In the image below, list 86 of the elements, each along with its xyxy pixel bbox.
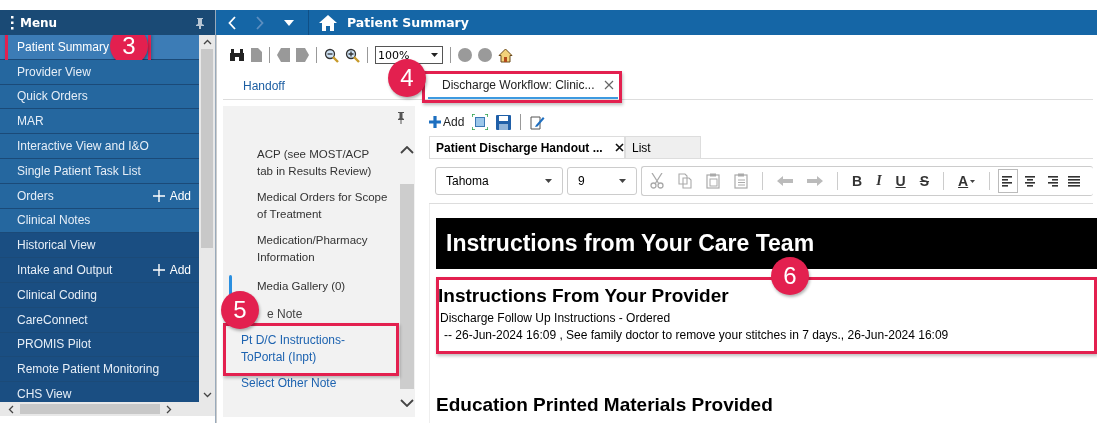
menu-item[interactable]: Single Patient Task List — [0, 159, 199, 184]
note-link[interactable]: Pt D/C Instructions-ToPortal (Inpt) — [241, 332, 353, 366]
dropdown-icon — [619, 179, 626, 183]
italic-button[interactable]: I — [876, 173, 882, 189]
callout-badge: 5 — [221, 291, 259, 329]
scroll-thumb[interactable] — [400, 184, 414, 389]
strikethrough-button[interactable]: S — [919, 173, 930, 189]
page-title: Patient Summary — [347, 15, 469, 30]
home-icon[interactable] — [319, 14, 337, 31]
page-forward-icon[interactable] — [296, 48, 309, 62]
align-right-icon — [1045, 175, 1060, 187]
plus-icon — [152, 264, 165, 277]
dropdown-icon — [545, 179, 552, 183]
page-icon[interactable] — [251, 48, 262, 62]
menu-item[interactable]: Orders Add — [0, 183, 199, 209]
section-heading: Instructions From Your Provider — [438, 285, 730, 307]
nav-link[interactable]: ACP (see MOST/ACP tab in Results Review) — [257, 146, 388, 180]
scroll-down-icon — [202, 392, 212, 398]
add-button[interactable]: Add — [429, 115, 465, 129]
add-label: Add — [169, 188, 191, 203]
plus-icon — [429, 116, 441, 128]
pin-icon[interactable] — [195, 16, 205, 29]
fit-screen-icon[interactable] — [472, 114, 489, 130]
tab[interactable]: Handoff — [223, 73, 383, 99]
bold-button[interactable]: B — [852, 173, 863, 189]
menu-item[interactable]: CHS View — [0, 382, 199, 402]
add-link[interactable]: Add — [152, 263, 191, 278]
menu-item[interactable]: MAR — [0, 109, 199, 135]
menu-item[interactable]: Remote Patient Monitoring — [0, 357, 199, 383]
tab[interactable]: Discharge Workflow: Clinic... — [428, 73, 618, 99]
chevron-down-icon — [400, 399, 414, 407]
font-dropdown[interactable]: Tahoma — [435, 167, 563, 195]
menu-item[interactable]: Historical View — [0, 233, 199, 259]
chevron-up-icon — [400, 146, 414, 154]
scroll-thumb[interactable] — [201, 49, 213, 248]
menu-item[interactable]: Clinical Notes — [0, 208, 199, 234]
scroll-right-icon — [166, 404, 172, 414]
binoculars-icon[interactable] — [229, 48, 245, 62]
size-dropdown[interactable]: 9 — [567, 167, 637, 195]
font-color-button[interactable]: A — [958, 173, 976, 189]
dropdown-icon — [970, 179, 976, 183]
dropdown-icon — [431, 53, 438, 57]
scrollbar[interactable] — [199, 35, 215, 402]
underline-button[interactable]: U — [895, 173, 906, 189]
menu-title: Menu — [20, 15, 59, 30]
callout-badge: 6 — [771, 257, 809, 295]
close-icon[interactable] — [614, 143, 624, 152]
scroll-thumb[interactable] — [20, 404, 160, 414]
zoom-out-icon[interactable] — [324, 47, 339, 63]
nav-link[interactable]: Media Gallery (0) — [257, 277, 388, 295]
add-label: Add — [169, 263, 191, 278]
scroll-left-icon — [8, 404, 14, 414]
save-icon[interactable] — [496, 114, 512, 130]
plus-icon — [152, 189, 165, 202]
nav-link[interactable]: Medical Orders for Scope of Treatment — [257, 189, 388, 223]
menu-item[interactable]: Clinical Coding — [0, 282, 199, 308]
tab[interactable]: List — [625, 136, 701, 158]
scroll-up-icon — [202, 39, 212, 45]
menu-item[interactable]: CareConnect — [0, 307, 199, 333]
section-heading: Education Printed Materials Provided — [436, 394, 774, 416]
menu-item[interactable]: PROMIS Pilot — [0, 332, 199, 358]
menu-item[interactable]: Quick Orders — [0, 84, 199, 110]
callout-badge: 4 — [388, 59, 426, 97]
house-icon[interactable] — [498, 47, 513, 63]
align-center-icon — [1023, 175, 1038, 187]
menu-item[interactable]: Provider View — [0, 59, 199, 85]
tab[interactable]: Patient Discharge Handout ... — [429, 136, 625, 158]
pin-icon[interactable] — [397, 112, 405, 124]
circle-icon[interactable] — [458, 48, 472, 62]
grip-icon — [10, 15, 14, 30]
dropdown-icon[interactable] — [284, 19, 294, 26]
page-back-icon[interactable] — [277, 48, 290, 62]
menu-item[interactable]: Intake and Output Add — [0, 258, 199, 283]
menu-item[interactable]: Interactive View and I&O — [0, 134, 199, 159]
align-left-button[interactable] — [998, 169, 1019, 193]
order-detail: -- 26-Jun-2024 16:09 , See family doctor to remove your stitches in 7 days., 26-Jun-2024 16:09 — [443, 328, 950, 342]
back-icon[interactable] — [228, 15, 236, 30]
align-justify-icon — [1067, 175, 1082, 187]
scrollbar[interactable] — [0, 402, 215, 416]
edit-icon[interactable] — [530, 114, 546, 130]
select-note-link[interactable]: Select Other Note — [223, 374, 399, 390]
zoom-in-icon[interactable] — [345, 47, 360, 63]
order-text: Discharge Follow Up Instructions - Ordered — [439, 311, 672, 325]
add-link[interactable]: Add — [152, 188, 191, 203]
circle-icon[interactable] — [478, 48, 492, 62]
nav-link[interactable]: Medication/Pharmacy Information — [257, 232, 388, 266]
